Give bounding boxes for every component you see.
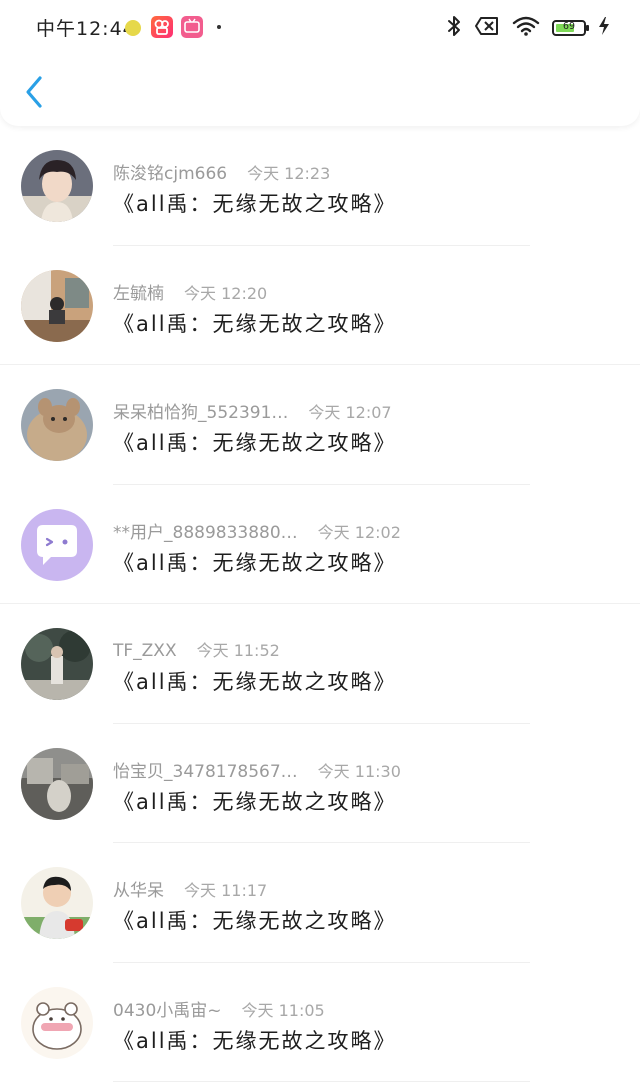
comment-meta: 0430小禹宙~ 今天 11:05 (113, 996, 325, 1021)
comment-text: 《all禹：无缘无故之攻略》 (113, 192, 397, 216)
username[interactable]: 左毓楠 (113, 279, 164, 304)
bilibili-app-icon (181, 16, 203, 38)
comment-row[interactable]: 陈浚铭cjm666 今天 12:23 《all禹：无缘无故之攻略》 (0, 126, 640, 246)
comment-text: 《all禹：无缘无故之攻略》 (113, 1028, 397, 1053)
timestamp: 今天 12:07 (308, 403, 392, 422)
timestamp: 今天 12:20 (184, 283, 268, 303)
comment-meta: **用户_8889833880… 今天 12:02 (113, 518, 401, 543)
avatar[interactable] (21, 269, 93, 342)
avatar[interactable] (21, 867, 93, 939)
battery-cap (586, 25, 589, 31)
timestamp: 今天 11:52 (196, 641, 280, 660)
comment-meta: 左毓楠 今天 12:20 (113, 279, 267, 304)
kuaishou-app-icon (151, 16, 173, 38)
status-time: 中午12:44 (36, 18, 136, 40)
status-bar: 中午12:44 69 (0, 0, 640, 56)
username[interactable]: 陈浚铭cjm666 (113, 159, 227, 184)
status-indicators: 69 (446, 14, 610, 42)
avatar[interactable] (21, 747, 93, 820)
comment-meta: 陈浚铭cjm666 今天 12:23 (113, 159, 330, 184)
bluetooth-icon (446, 14, 462, 42)
timestamp: 今天 11:05 (241, 1000, 325, 1020)
avatar[interactable] (21, 628, 93, 700)
timestamp: 今天 12:23 (247, 164, 331, 183)
comment-row[interactable]: 从华呆 今天 11:17 《all禹：无缘无故之攻略》 (0, 843, 640, 963)
username[interactable]: **用户_8889833880… (113, 518, 298, 543)
comment-row[interactable]: TF_ZXX 今天 11:52 《all禹：无缘无故之攻略》 (0, 604, 640, 724)
comment-row[interactable]: **用户_8889833880… 今天 12:02 《all禹：无缘无故之攻略》 (0, 485, 640, 604)
username[interactable]: 怡宝贝_3478178567… (113, 757, 298, 782)
comment-row[interactable]: 怡宝贝_3478178567… 今天 11:30 《all禹：无缘无故之攻略》 (0, 724, 640, 843)
timestamp: 今天 11:30 (317, 761, 401, 781)
back-button[interactable] (18, 72, 54, 112)
comment-meta: 怡宝贝_3478178567… 今天 11:30 (113, 757, 401, 782)
comment-text: 《all禹：无缘无故之攻略》 (113, 311, 397, 336)
battery-level: 69 (562, 21, 576, 32)
charging-icon (598, 16, 610, 40)
avatar[interactable] (21, 508, 93, 581)
comment-row[interactable]: 呆呆柏恰狗_552391… 今天 12:07 《all禹：无缘无故之攻略》 (0, 365, 640, 485)
battery-icon: 69 (552, 20, 589, 36)
username[interactable]: 从华呆 (113, 876, 164, 901)
username[interactable]: TF_ZXX (113, 641, 177, 661)
timestamp: 今天 11:17 (184, 881, 268, 900)
header: 中午12:44 69 (0, 0, 640, 126)
comment-meta: TF_ZXX 今天 11:52 (113, 637, 280, 661)
no-sim-icon (474, 15, 500, 41)
username[interactable]: 0430小禹宙~ (113, 996, 222, 1021)
comment-meta: 从华呆 今天 11:17 (113, 876, 267, 901)
comment-row[interactable]: 0430小禹宙~ 今天 11:05 《all禹：无缘无故之攻略》 (0, 963, 640, 1082)
wifi-icon (512, 15, 540, 41)
timestamp: 今天 12:02 (317, 522, 401, 542)
avatar[interactable] (21, 150, 93, 222)
comment-text: 《all禹：无缘无故之攻略》 (113, 431, 397, 455)
divider (113, 1081, 530, 1082)
comment-text: 《all禹：无缘无故之攻略》 (113, 550, 397, 575)
username[interactable]: 呆呆柏恰狗_552391… (113, 398, 288, 423)
comment-list: 陈浚铭cjm666 今天 12:23 《all禹：无缘无故之攻略》 左毓楠 今天… (0, 126, 640, 1082)
avatar[interactable] (21, 389, 93, 461)
comment-text: 《all禹：无缘无故之攻略》 (113, 670, 397, 694)
avatar[interactable] (21, 986, 93, 1059)
comment-list-page: 中午12:44 69 陈浚铭cjm666 今天 12:23 《all禹：无缘无故… (0, 0, 640, 1092)
comment-text: 《all禹：无缘无故之攻略》 (113, 909, 397, 933)
chevron-left-icon (26, 76, 42, 108)
comment-text: 《all禹：无缘无故之攻略》 (113, 789, 397, 814)
comment-row[interactable]: 左毓楠 今天 12:20 《all禹：无缘无故之攻略》 (0, 246, 640, 365)
weather-icon (125, 20, 141, 36)
comment-meta: 呆呆柏恰狗_552391… 今天 12:07 (113, 398, 392, 423)
notification-dot-icon (217, 25, 221, 29)
